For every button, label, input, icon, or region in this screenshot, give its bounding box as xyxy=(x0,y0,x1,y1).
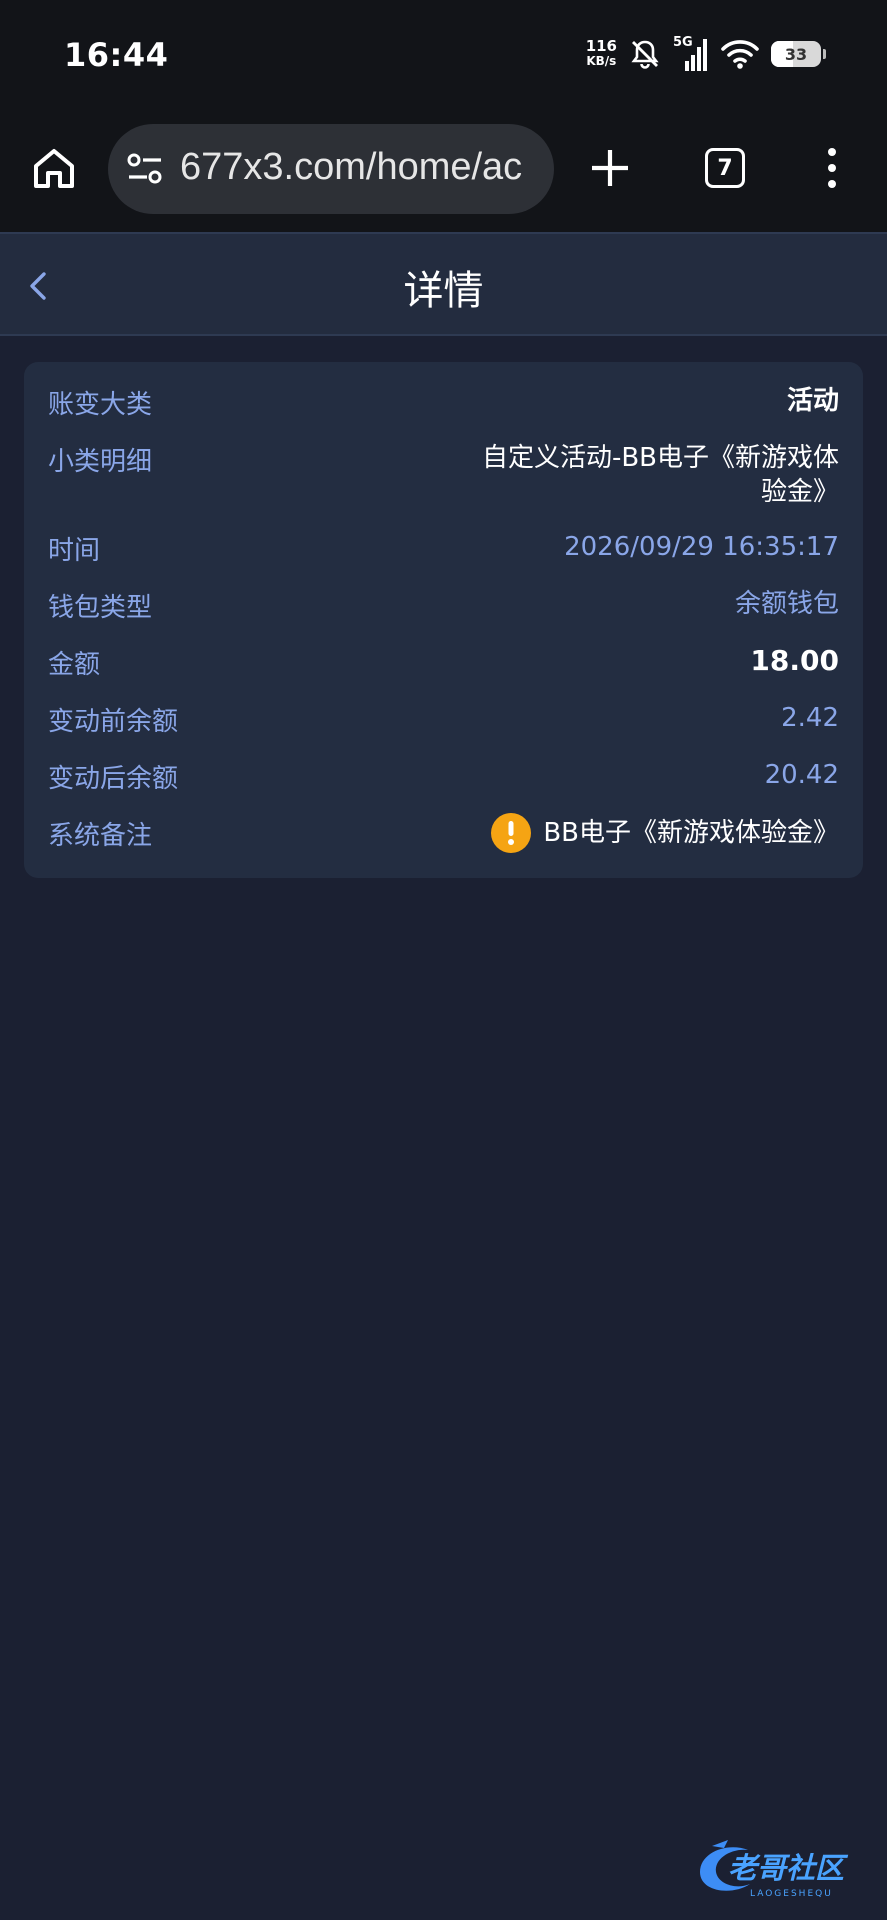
tabs-icon[interactable]: 7 xyxy=(705,148,745,188)
row-wallet-type: 钱包类型 余额钱包 xyxy=(48,587,839,627)
time-label: 时间 xyxy=(48,536,101,566)
status-time: 16:44 xyxy=(64,36,169,74)
signal-icon xyxy=(685,39,707,71)
battery-level: 33 xyxy=(784,44,808,64)
address-bar[interactable]: 677x3.com/home/ac xyxy=(108,124,554,214)
network-speed-unit: KB/s xyxy=(586,54,617,68)
home-icon[interactable] xyxy=(30,144,78,192)
network-speed-value: 116 xyxy=(585,37,617,55)
balance-before-label: 变动前余额 xyxy=(48,707,179,737)
remark-label: 系统备注 xyxy=(48,821,153,851)
watermark-subtext: LAOGESHEQU xyxy=(750,1889,833,1899)
row-amount: 金额 18.00 xyxy=(48,644,839,684)
site-settings-icon[interactable] xyxy=(126,151,164,187)
watermark-text: 老哥社区 xyxy=(728,1851,849,1885)
screen: 16:44 116 KB/s 5G 33 677x3.com/home/ac 7… xyxy=(0,0,887,1920)
detail-card: 账变大类 活动 小类明细 自定义活动-BB电子《新游戏体 验金》 时间 2026… xyxy=(24,362,863,878)
balance-after-label: 变动后余额 xyxy=(48,764,179,794)
row-remark: 系统备注 BB电子《新游戏体验金》 xyxy=(48,813,839,861)
amount-label: 金额 xyxy=(48,650,101,680)
balance-before-value: 2.42 xyxy=(781,703,839,733)
row-balance-after: 变动后余额 20.42 xyxy=(48,758,839,798)
amount-value: 18.00 xyxy=(750,644,839,677)
page-header: 详情 xyxy=(0,232,887,336)
row-time: 时间 2026/09/29 16:35:17 xyxy=(48,530,839,570)
subcategory-label: 小类明细 xyxy=(48,447,153,477)
wallet-type-value: 余额钱包 xyxy=(734,589,839,619)
status-icons: 116 KB/s 5G 33 xyxy=(586,34,826,74)
balance-after-value: 20.42 xyxy=(764,760,839,790)
bell-off-icon xyxy=(631,40,659,69)
wifi-icon xyxy=(721,40,759,69)
time-value: 2026/09/29 16:35:17 xyxy=(564,532,839,562)
subcategory-value: 自定义活动-BB电子《新游戏体 验金》 xyxy=(482,441,839,509)
wallet-type-label: 钱包类型 xyxy=(48,593,153,623)
subcategory-value-line1: 自定义活动-BB电子《新游戏体 xyxy=(481,443,839,473)
plus-icon[interactable] xyxy=(588,146,632,190)
remark-value: BB电子《新游戏体验金》 xyxy=(543,818,839,848)
network-speed: 116 KB/s xyxy=(586,39,617,69)
battery-icon: 33 xyxy=(771,41,826,67)
page-title: 详情 xyxy=(403,268,484,314)
row-balance-before: 变动前余额 2.42 xyxy=(48,701,839,741)
warning-icon xyxy=(491,813,532,853)
row-subcategory: 小类明细 自定义活动-BB电子《新游戏体 验金》 xyxy=(48,441,839,513)
watermark-logo: 老哥社区 LAOGESHEQU xyxy=(700,1840,849,1899)
browser-toolbar: 677x3.com/home/ac 7 xyxy=(0,112,887,232)
tab-count: 7 xyxy=(717,155,733,181)
category-value: 活动 xyxy=(786,386,839,416)
category-label: 账变大类 xyxy=(48,390,153,420)
subcategory-value-line2: 验金》 xyxy=(760,477,839,507)
status-bar: 16:44 116 KB/s 5G 33 xyxy=(0,0,887,112)
remark-value-wrap: BB电子《新游戏体验金》 xyxy=(491,813,839,853)
signal-indicator: 5G xyxy=(673,35,709,71)
url-text[interactable]: 677x3.com/home/ac xyxy=(180,146,522,189)
more-vert-icon[interactable] xyxy=(820,146,844,190)
row-category: 账变大类 活动 xyxy=(48,384,839,424)
